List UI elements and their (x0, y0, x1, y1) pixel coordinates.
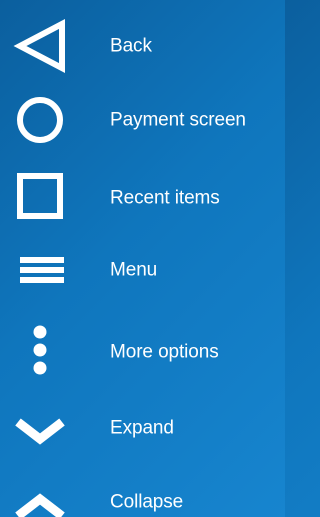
legend-label-recent-items: Recent items (110, 187, 220, 209)
legend-item-payment-screen: Payment screen (0, 90, 285, 150)
legend-label-collapse: Collapse (110, 491, 184, 513)
legend-label-expand: Expand (110, 417, 174, 439)
legend-label-back: Back (110, 35, 152, 57)
square-icon (12, 168, 68, 228)
legend-item-expand: Expand (0, 398, 285, 458)
back-triangle-icon (12, 16, 68, 76)
legend-item-back: Back (0, 16, 285, 76)
legend-label-payment-screen: Payment screen (110, 109, 246, 131)
legend-item-more-options: More options (0, 322, 285, 382)
legend-item-collapse: Collapse (0, 472, 285, 517)
circle-icon (12, 90, 68, 150)
legend-label-more-options: More options (110, 341, 219, 363)
vertical-dots-icon (12, 322, 68, 382)
chevron-down-icon (12, 398, 68, 458)
legend-item-recent-items: Recent items (0, 168, 285, 228)
legend-item-menu: Menu (0, 240, 285, 300)
legend-label-menu: Menu (110, 259, 158, 281)
hamburger-menu-icon (12, 240, 68, 300)
chevron-up-icon (12, 472, 68, 517)
